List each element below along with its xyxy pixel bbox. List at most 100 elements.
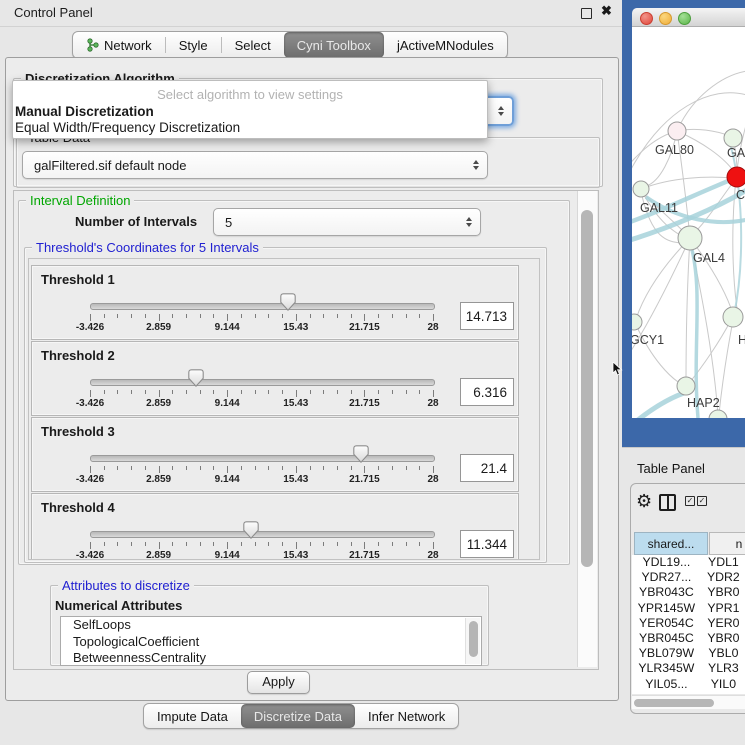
threshold-slider-thumb[interactable] xyxy=(243,521,259,539)
slider-tick xyxy=(186,314,187,318)
scrollbar-thumb[interactable] xyxy=(469,621,478,657)
algorithm-option[interactable]: Equal Width/Frequency Discretization xyxy=(15,120,483,135)
gear-icon[interactable]: ⚙ xyxy=(636,492,652,510)
column-header-shared-name[interactable]: shared... xyxy=(634,532,708,555)
network-canvas[interactable]: GAL80GACGAL11GAL4GCY1HHAP2 xyxy=(632,27,745,418)
algorithm-dropdown-popup: Select algorithm to view settings Manual… xyxy=(12,80,488,139)
apply-button[interactable]: Apply xyxy=(247,671,310,694)
cell-name[interactable]: YPR1 xyxy=(701,601,745,616)
attribute-list-item[interactable]: TopologicalCoefficient xyxy=(61,634,481,651)
network-edge xyxy=(719,320,733,414)
cell-shared-name[interactable]: YBR045C xyxy=(632,631,701,646)
cell-shared-name[interactable]: YER054C xyxy=(632,616,701,631)
network-node[interactable] xyxy=(724,129,742,147)
slider-tick xyxy=(200,314,201,318)
tab-network[interactable]: Network xyxy=(73,32,165,58)
attribute-list-item[interactable]: SelfLoops xyxy=(61,617,481,634)
cell-shared-name[interactable]: YDR27... xyxy=(632,570,701,585)
cell-shared-name[interactable]: YPR145W xyxy=(632,601,701,616)
checkbox-icon[interactable]: ✓ xyxy=(685,496,695,506)
close-icon[interactable]: ✖ xyxy=(601,3,612,19)
network-node[interactable] xyxy=(677,377,695,395)
cell-name[interactable]: YDR2 xyxy=(701,570,745,585)
tab-jactivemnodules[interactable]: jActiveMNodules xyxy=(384,32,507,58)
tab-infer-network[interactable]: Infer Network xyxy=(355,704,458,728)
cell-name[interactable]: YDL1 xyxy=(701,555,745,570)
threshold-value-field[interactable]: 14.713 xyxy=(460,302,514,330)
table-row[interactable]: YBL079WYBL0 xyxy=(632,646,745,661)
slider-tick xyxy=(159,390,160,397)
cell-name[interactable]: YBR0 xyxy=(701,631,745,646)
threshold-slider-thumb[interactable] xyxy=(188,369,204,387)
column-pane-icon[interactable] xyxy=(659,494,676,511)
cell-name[interactable]: YBL0 xyxy=(701,646,745,661)
table-row[interactable]: YLR345WYLR3 xyxy=(632,661,745,676)
cell-shared-name[interactable]: YLR345W xyxy=(632,661,701,676)
tab-style[interactable]: Style xyxy=(166,32,221,58)
cell-name[interactable]: YIL0 xyxy=(701,677,745,692)
slider-tick-label: 28 xyxy=(407,474,459,485)
tab-cyni-toolbox[interactable]: Cyni Toolbox xyxy=(284,32,384,58)
network-node[interactable] xyxy=(727,167,745,187)
threshold-slider-track[interactable] xyxy=(90,303,435,310)
network-node[interactable] xyxy=(668,122,686,140)
threshold-slider-track[interactable] xyxy=(90,455,435,462)
threshold-value-field[interactable]: 6.316 xyxy=(460,378,514,406)
network-node[interactable] xyxy=(723,307,743,327)
tab-impute-data[interactable]: Impute Data xyxy=(144,704,241,728)
scrollbar-thumb[interactable] xyxy=(581,210,593,567)
float-window-icon[interactable] xyxy=(581,8,592,19)
tab-select[interactable]: Select xyxy=(222,32,284,58)
table-row[interactable]: YIL05...YIL0 xyxy=(632,677,745,692)
cell-name[interactable]: YBR0 xyxy=(701,585,745,600)
attribute-list-item[interactable]: BetweennessCentrality xyxy=(61,650,481,666)
cell-name[interactable]: YLR3 xyxy=(701,661,745,676)
cell-shared-name[interactable]: YBR043C xyxy=(632,585,701,600)
table-row[interactable]: YBR045CYBR0 xyxy=(632,631,745,646)
cell-name[interactable]: YER0 xyxy=(701,616,745,631)
slider-tick xyxy=(131,542,132,546)
table-horizontal-scrollbar[interactable] xyxy=(632,695,745,709)
cell-shared-name[interactable]: YBL079W xyxy=(632,646,701,661)
slider-tick xyxy=(213,466,214,470)
table-data-combobox[interactable]: galFiltered.sif default node xyxy=(22,151,488,179)
slider-tick xyxy=(90,542,91,549)
slider-tick xyxy=(406,466,407,470)
close-traffic-light-icon[interactable] xyxy=(640,12,653,25)
cell-shared-name[interactable]: YIL05... xyxy=(632,677,701,692)
algorithm-option[interactable]: Manual Discretization xyxy=(15,104,483,119)
tab-discretize-data[interactable]: Discretize Data xyxy=(241,704,355,728)
number-of-intervals-combobox[interactable]: 5 xyxy=(213,208,481,236)
network-node[interactable] xyxy=(632,314,642,330)
network-node[interactable] xyxy=(633,181,649,197)
cell-shared-name[interactable]: YDL19... xyxy=(632,555,701,570)
table-row[interactable]: YER054CYER0 xyxy=(632,616,745,631)
checkbox-icon[interactable]: ✓ xyxy=(697,496,707,506)
slider-tick-label: 15.43 xyxy=(270,474,322,485)
network-node[interactable] xyxy=(709,410,727,418)
column-header-name[interactable]: n xyxy=(709,532,745,555)
network-node[interactable] xyxy=(678,226,702,250)
threshold-slider-track[interactable] xyxy=(90,379,435,386)
minimize-traffic-light-icon[interactable] xyxy=(659,12,672,25)
numerical-attributes-list: SelfLoopsTopologicalCoefficientBetweenne… xyxy=(60,616,482,666)
network-window-titlebar[interactable] xyxy=(632,8,745,27)
slider-tick xyxy=(117,314,118,318)
threshold-value-field[interactable]: 11.344 xyxy=(460,530,514,558)
threshold-slider-thumb[interactable] xyxy=(353,445,369,463)
slider-tick-label: -3.426 xyxy=(64,322,116,333)
scrollbar-thumb[interactable] xyxy=(634,699,714,707)
slider-tick xyxy=(241,542,242,546)
threshold-slider-track[interactable] xyxy=(90,531,435,538)
table-row[interactable]: YDR27...YDR2 xyxy=(632,570,745,585)
threshold-slider-thumb[interactable] xyxy=(280,293,296,311)
attributes-scrollbar[interactable] xyxy=(465,618,480,664)
thresholds-list: Threshold 1-3.4262.8599.14415.4321.71528… xyxy=(28,258,540,560)
table-row[interactable]: YBR043CYBR0 xyxy=(632,585,745,600)
zoom-traffic-light-icon[interactable] xyxy=(678,12,691,25)
threshold-label: Threshold 1 xyxy=(41,272,115,287)
slider-tick xyxy=(117,390,118,394)
table-row[interactable]: YDL19...YDL1 xyxy=(632,555,745,570)
threshold-value-field[interactable]: 21.4 xyxy=(460,454,514,482)
table-row[interactable]: YPR145WYPR1 xyxy=(632,601,745,616)
